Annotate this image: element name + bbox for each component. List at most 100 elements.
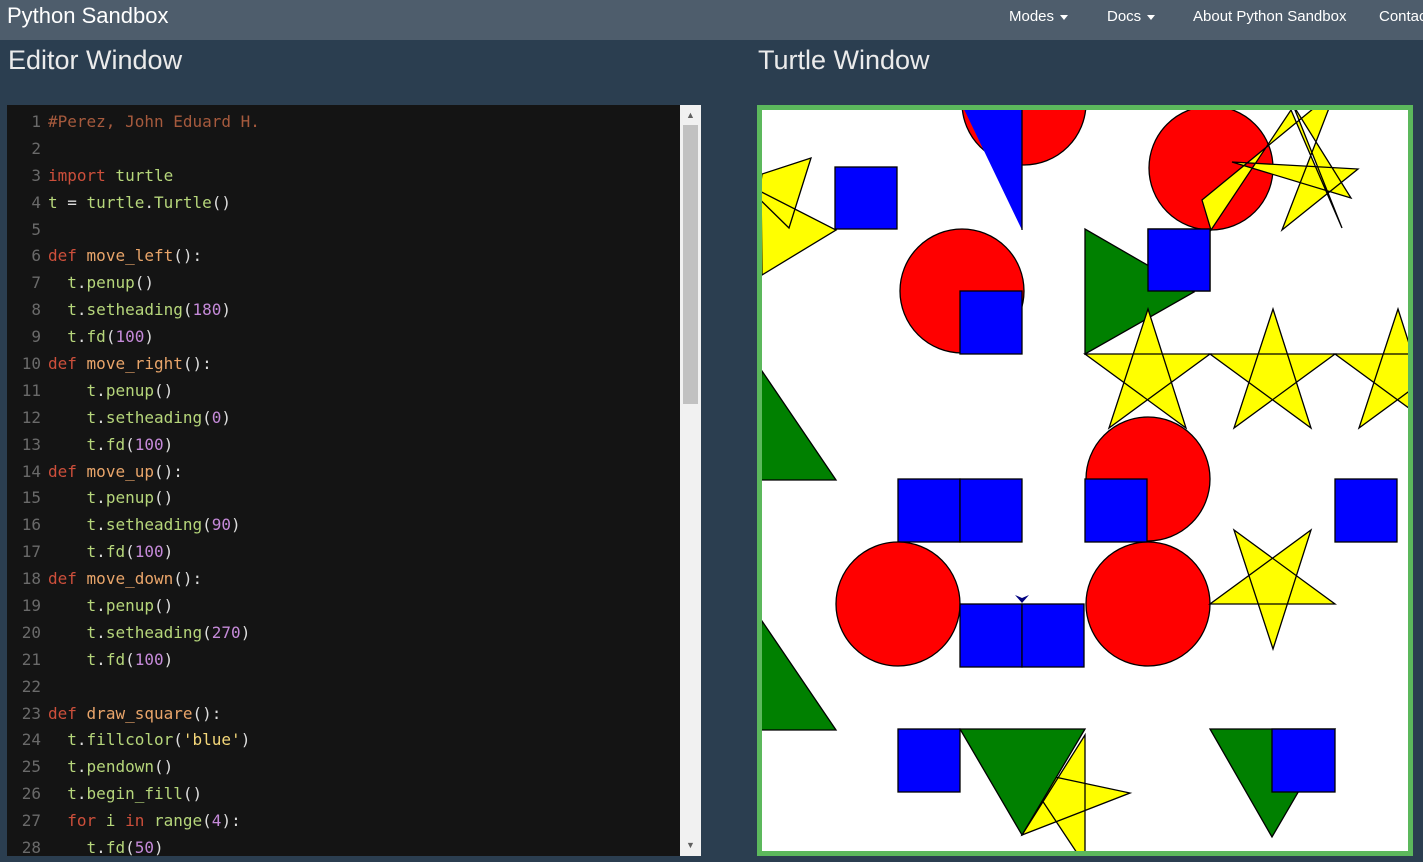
code-token: t bbox=[48, 838, 97, 856]
code-token: ( bbox=[125, 542, 135, 562]
code-line[interactable]: 10 def move_right(): bbox=[7, 351, 679, 378]
code-line[interactable]: 23 def draw_square(): bbox=[7, 701, 679, 728]
red-circle bbox=[1085, 541, 1211, 667]
code-line[interactable]: 26 t.begin_fill() bbox=[7, 781, 679, 808]
code-line[interactable]: 5 bbox=[7, 217, 679, 244]
blue-square bbox=[1271, 728, 1336, 793]
code-line[interactable]: 20 t.setheading(270) bbox=[7, 620, 679, 647]
code-line[interactable]: 11 t.penup() bbox=[7, 378, 679, 405]
code-line-content: for i in range(4): bbox=[48, 808, 240, 835]
code-line[interactable]: 19 t.penup() bbox=[7, 593, 679, 620]
code-line[interactable]: 16 t.setheading(90) bbox=[7, 512, 679, 539]
code-line[interactable]: 12 t.setheading(0) bbox=[7, 405, 679, 432]
code-token: . bbox=[96, 542, 106, 562]
blue-square bbox=[897, 478, 961, 543]
code-token: turtle bbox=[86, 192, 145, 212]
code-token: 100 bbox=[134, 542, 164, 562]
turtle-cursor-icon bbox=[1015, 595, 1029, 603]
line-number: 11 bbox=[21, 380, 41, 400]
yellow-star-partial bbox=[762, 156, 838, 276]
code-token: ) bbox=[221, 300, 232, 320]
code-token: t bbox=[48, 622, 97, 642]
nav-modes-dropdown[interactable]: Modes bbox=[1009, 8, 1069, 26]
line-number: 21 bbox=[21, 649, 41, 669]
code-line[interactable]: 14 def move_up(): bbox=[7, 459, 679, 486]
line-number: 15 bbox=[21, 488, 41, 508]
blue-square bbox=[959, 603, 1023, 668]
line-number: 26 bbox=[21, 784, 41, 804]
code-line[interactable]: 3 import turtle bbox=[7, 163, 679, 190]
code-token: 100 bbox=[134, 649, 164, 669]
code-token: in bbox=[125, 811, 145, 831]
code-token: fillcolor bbox=[86, 730, 174, 750]
code-line[interactable]: 24 t.fillcolor('blue') bbox=[7, 727, 679, 754]
code-token: #Perez, John Eduard H. bbox=[48, 112, 260, 131]
code-token: . bbox=[96, 622, 106, 642]
code-token: ) bbox=[240, 730, 251, 750]
code-token: penup bbox=[105, 380, 154, 400]
code-token: range bbox=[153, 811, 203, 831]
code-token: setheading bbox=[105, 622, 203, 642]
scroll-thumb[interactable] bbox=[683, 125, 698, 404]
brand-link[interactable]: Python Sandbox bbox=[7, 3, 168, 29]
code-line[interactable]: 15 t.penup() bbox=[7, 485, 679, 512]
code-line[interactable]: 7 t.penup() bbox=[7, 270, 679, 297]
code-token: penup bbox=[86, 273, 135, 293]
nav-about-link[interactable]: About Python Sandbox bbox=[1193, 8, 1346, 26]
code-line-content: t.fd(100) bbox=[48, 539, 174, 566]
blue-square bbox=[834, 166, 898, 230]
line-number: 10 bbox=[21, 354, 41, 374]
code-token: t bbox=[48, 542, 97, 562]
code-token: ) bbox=[144, 327, 154, 347]
code-line-content: t.setheading(270) bbox=[48, 620, 251, 647]
code-line[interactable]: 17 t.fd(100) bbox=[7, 539, 679, 566]
scroll-down-arrow-icon[interactable]: ▼ bbox=[680, 837, 701, 854]
nav-contact-link[interactable]: Contac bbox=[1379, 8, 1423, 26]
code-line[interactable]: 18 def move_down(): bbox=[7, 566, 679, 593]
code-line[interactable]: 9 t.fd(100) bbox=[7, 324, 679, 351]
code-token: penup bbox=[105, 596, 154, 616]
code-line[interactable]: 27 for i in range(4): bbox=[7, 808, 679, 835]
code-line[interactable]: 22 bbox=[7, 674, 679, 701]
code-line-content: t.penup() bbox=[48, 378, 174, 405]
code-token: ( bbox=[182, 300, 193, 320]
code-token: ( bbox=[202, 811, 212, 831]
code-line[interactable]: 6 def move_left(): bbox=[7, 243, 679, 270]
code-token: (): bbox=[173, 569, 203, 589]
code-token: pendown bbox=[86, 757, 154, 777]
code-token: . bbox=[96, 649, 106, 669]
code-token: def bbox=[48, 246, 77, 266]
code-token: t bbox=[48, 434, 97, 454]
code-line-content: #Perez, John Eduard H. bbox=[48, 109, 260, 136]
nav-docs-dropdown[interactable]: Docs bbox=[1107, 8, 1156, 26]
editor-scrollbar[interactable]: ▲ ▼ bbox=[680, 105, 701, 856]
code-line[interactable]: 8 t.setheading(180) bbox=[7, 297, 679, 324]
code-line[interactable]: 13 t.fd(100) bbox=[7, 432, 679, 459]
line-number: 25 bbox=[21, 757, 41, 777]
line-number: 19 bbox=[21, 596, 41, 616]
code-line[interactable]: 1 #Perez, John Eduard H. bbox=[7, 109, 679, 136]
code-token: 'blue' bbox=[182, 730, 241, 750]
code-line[interactable]: 2 bbox=[7, 136, 679, 163]
code-token: t bbox=[48, 730, 77, 750]
code-token: . bbox=[76, 273, 87, 293]
code-line[interactable]: 21 t.fd(100) bbox=[7, 647, 679, 674]
code-token: t bbox=[48, 192, 58, 212]
code-token: . bbox=[144, 192, 154, 212]
scroll-up-arrow-icon[interactable]: ▲ bbox=[680, 107, 701, 124]
code-token: 270 bbox=[211, 622, 241, 642]
code-token: ) bbox=[163, 542, 174, 562]
code-token: draw_square bbox=[86, 703, 193, 723]
code-line[interactable]: 4t = turtle.Turtle() bbox=[7, 190, 679, 217]
code-token: move_down bbox=[86, 569, 174, 589]
code-line[interactable]: 25 t.pendown() bbox=[7, 754, 679, 781]
code-token: penup bbox=[105, 488, 154, 508]
code-token: import bbox=[48, 165, 106, 185]
code-lines[interactable]: 1 #Perez, John Eduard H. 2 3 import turtle 4 t… bbox=[7, 109, 679, 856]
code-line[interactable]: 28 t.fd(50) bbox=[7, 835, 679, 856]
code-token: begin_fill bbox=[86, 784, 183, 804]
code-editor[interactable]: 1 #Perez, John Eduard H. 2 3 import turtle 4 t… bbox=[7, 105, 701, 856]
code-token: setheading bbox=[105, 407, 203, 427]
